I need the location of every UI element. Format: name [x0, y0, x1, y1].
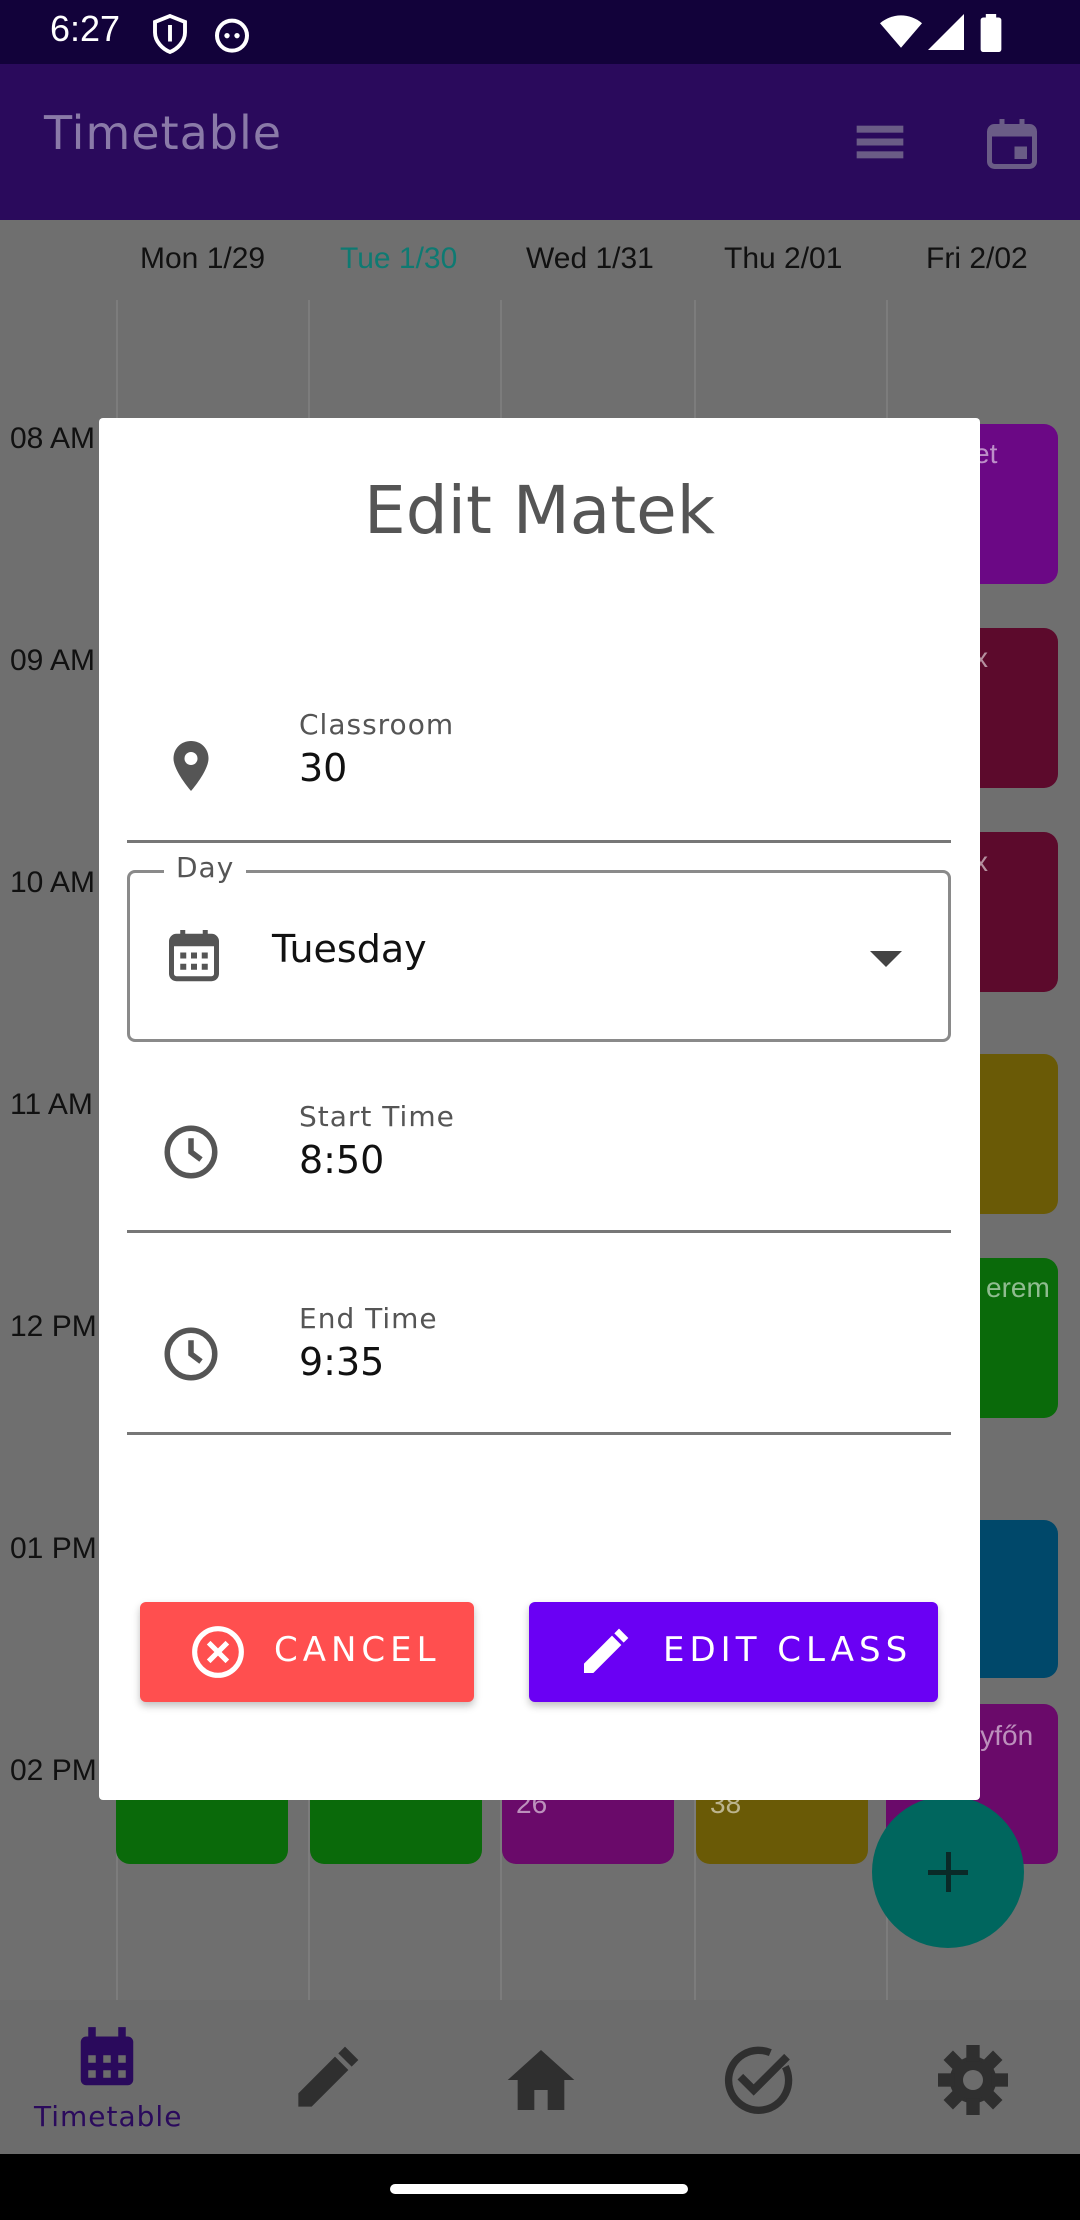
- end-time-value[interactable]: 9:35: [299, 1340, 384, 1384]
- hour-label: 12 PM: [10, 1310, 97, 1343]
- class-block-text: erem: [986, 1272, 1050, 1303]
- start-time-underline: [127, 1230, 951, 1233]
- home-gesture-handle[interactable]: [390, 2184, 688, 2194]
- day-header-fri[interactable]: Fri 2/02: [926, 242, 1028, 276]
- add-class-fab[interactable]: [872, 1796, 1024, 1948]
- shield-icon: [153, 14, 187, 54]
- clock-icon: [164, 1327, 218, 1381]
- hour-label: 08 AM: [10, 422, 96, 455]
- day-value: Tuesday: [272, 927, 427, 971]
- pencil-icon[interactable]: [270, 2040, 380, 2120]
- dialog-title: Edit Matek: [364, 472, 715, 549]
- day-header-tue[interactable]: Tue 1/30: [340, 242, 457, 276]
- hour-label: 02 PM: [10, 1754, 97, 1787]
- calendar-today-icon[interactable]: [982, 114, 1042, 174]
- cancel-button-label: CANCEL: [274, 1630, 441, 1670]
- signal-icon: [928, 14, 964, 50]
- hour-label: 01 PM: [10, 1532, 97, 1565]
- classroom-label: Classroom: [299, 708, 455, 741]
- end-time-label: End Time: [299, 1302, 438, 1335]
- check-circle-icon[interactable]: [702, 2040, 812, 2120]
- day-header-mon[interactable]: Mon 1/29: [140, 242, 265, 276]
- day-label: Day: [164, 851, 247, 884]
- classroom-field[interactable]: Classroom 30: [127, 708, 951, 848]
- classroom-underline: [127, 840, 951, 843]
- app-bar: Timetable: [0, 64, 1080, 220]
- end-time-field[interactable]: End Time 9:35: [127, 1302, 951, 1442]
- class-block-text: lyfőn: [974, 1720, 1034, 1751]
- day-header-thu[interactable]: Thu 2/01: [724, 242, 842, 276]
- calendar-icon[interactable]: [52, 2014, 162, 2104]
- nav-label-timetable[interactable]: Timetable: [34, 2100, 182, 2133]
- end-time-underline: [127, 1432, 951, 1435]
- status-time: 6:27: [50, 8, 121, 49]
- day-header-wed[interactable]: Wed 1/31: [526, 242, 654, 276]
- clock-icon: [164, 1125, 218, 1179]
- status-bar: 6:27: [0, 0, 1080, 64]
- day-dropdown[interactable]: Day Tuesday: [127, 851, 951, 1042]
- wifi-icon: [880, 15, 922, 48]
- location-pin-icon: [173, 741, 209, 791]
- gesture-bar: [0, 2154, 1080, 2220]
- app-title: Timetable: [44, 106, 283, 160]
- start-time-value[interactable]: 8:50: [299, 1138, 384, 1182]
- settings-icon[interactable]: [918, 2040, 1028, 2120]
- home-icon[interactable]: [486, 2040, 596, 2120]
- edit-class-button[interactable]: EDIT CLASS: [529, 1602, 938, 1702]
- start-time-label: Start Time: [299, 1100, 455, 1133]
- cancel-circle-icon: [192, 1626, 244, 1678]
- cat-icon: [215, 18, 249, 53]
- bottom-nav: Timetable: [0, 2000, 1080, 2154]
- hour-label: 09 AM: [10, 644, 96, 677]
- cancel-button[interactable]: CANCEL: [140, 1602, 474, 1702]
- start-time-field[interactable]: Start Time 8:50: [127, 1100, 951, 1240]
- edit-class-button-label: EDIT CLASS: [663, 1630, 913, 1670]
- classroom-value[interactable]: 30: [299, 746, 347, 790]
- battery-icon: [980, 14, 1002, 52]
- hour-label: 10 AM: [10, 866, 96, 899]
- view-toggle-icon[interactable]: [852, 114, 908, 170]
- calendar-icon: [169, 930, 219, 982]
- edit-class-dialog: Edit Matek Classroom 30 Day Tuesday Star…: [99, 418, 980, 1800]
- pencil-icon: [584, 1628, 629, 1673]
- hour-label: 11 AM: [10, 1088, 93, 1121]
- dropdown-arrow-icon: [870, 951, 902, 967]
